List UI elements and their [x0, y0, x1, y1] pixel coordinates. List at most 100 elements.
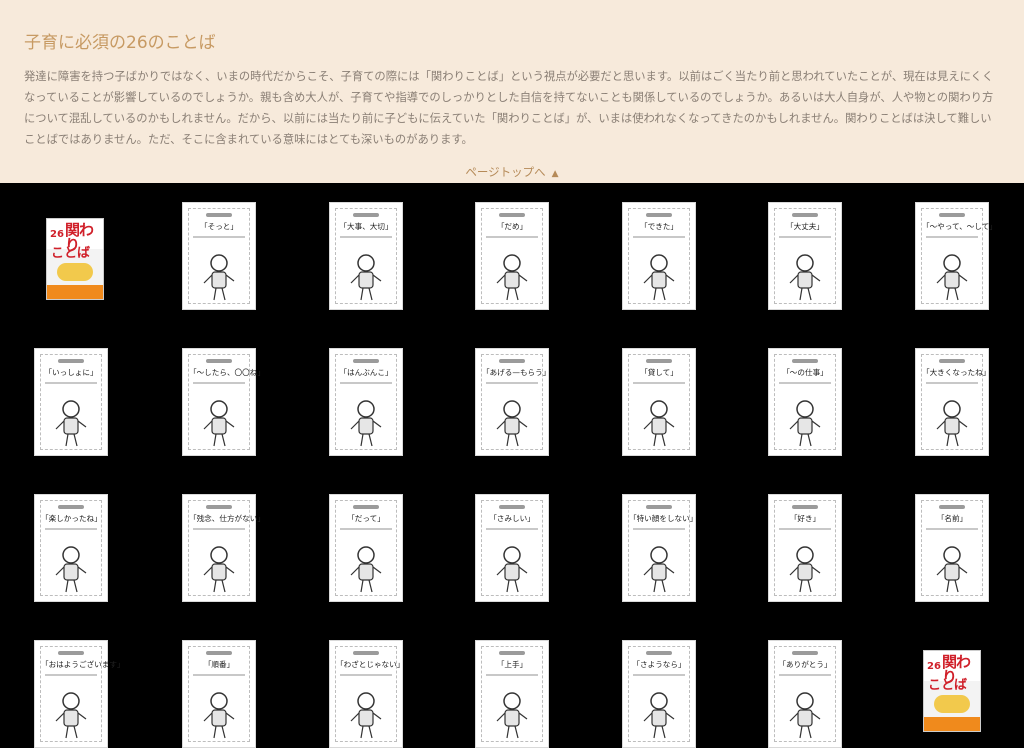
card-illustration — [197, 397, 241, 453]
word-card[interactable]: 「貸して」 — [622, 348, 696, 456]
card-series-tag — [58, 505, 84, 509]
card-word-label: 「残念、仕方がない」 — [189, 514, 265, 523]
card-series-tag — [792, 505, 818, 509]
word-card[interactable]: 「楽しかったね」 — [34, 494, 108, 602]
card-border: 「さみしい」 — [481, 500, 543, 596]
word-card[interactable]: 「名前」 — [915, 494, 989, 602]
card-series-tag — [646, 359, 672, 363]
card-border: 「だって」 — [335, 500, 397, 596]
cover-illustration — [934, 695, 970, 713]
card-border: 「あげる—もらう」 — [481, 354, 550, 450]
card-border: 「残念、仕方がない」 — [188, 500, 265, 599]
word-card[interactable]: 「さようなら」 — [622, 640, 696, 748]
word-card[interactable]: 「特い顔をしない」 — [622, 494, 697, 602]
word-card[interactable]: 「いっしょに」 — [34, 348, 108, 456]
card-word-label: 「ありがとう」 — [778, 660, 832, 669]
card-word-label: 「上手」 — [496, 660, 528, 669]
child-illustration-icon — [936, 400, 968, 447]
child-illustration-icon — [350, 546, 382, 593]
section-description: 発達に障害を持つ子ばかりではなく、いまの時代だからこそ、子育ての際には「関わりこ… — [24, 70, 994, 146]
card-subtitle-line — [340, 382, 392, 384]
word-card[interactable]: 「〜したら、〇〇ね」 — [182, 348, 265, 456]
word-card[interactable]: 「好き」 — [768, 494, 842, 602]
card-border: 「順番」 — [188, 646, 250, 742]
word-card[interactable]: 「上手」 — [475, 640, 549, 748]
card-subtitle-line — [193, 382, 245, 384]
card-illustration — [930, 543, 974, 599]
cover-number: 26 — [50, 229, 64, 240]
card-subtitle-line — [193, 528, 245, 530]
up-arrow-icon[interactable]: ▲ — [552, 169, 559, 179]
word-card[interactable]: 「大事、大切」 — [329, 202, 403, 310]
card-word-label: 「楽しかったね」 — [41, 514, 102, 523]
card-series-tag — [58, 359, 84, 363]
card-series-tag — [792, 651, 818, 655]
child-illustration-icon — [496, 254, 528, 301]
card-subtitle-line — [45, 382, 97, 384]
card-border: 「〜したら、〇〇ね」 — [188, 354, 265, 453]
card-illustration — [197, 251, 241, 307]
cover-number: 26 — [927, 661, 941, 672]
card-word-label: 「好き」 — [789, 514, 821, 523]
book-cover-image[interactable]: 26 関わり ことば — [923, 650, 981, 732]
card-word-label: 「だって」 — [347, 514, 385, 523]
book-cover-image[interactable]: 26 関わり ことば — [46, 218, 104, 300]
card-subtitle-line — [45, 528, 97, 530]
card-illustration — [344, 689, 388, 745]
word-card[interactable]: 「だめ」 — [475, 202, 549, 310]
word-card[interactable]: 「はんぶんこ」 — [329, 348, 403, 456]
child-illustration-icon — [496, 692, 528, 739]
word-card[interactable]: 「〜の仕事」 — [768, 348, 842, 456]
card-subtitle-line — [486, 528, 538, 530]
card-illustration — [637, 397, 681, 453]
child-illustration-icon — [55, 546, 87, 593]
word-card[interactable]: 「おはようございます」 — [34, 640, 125, 748]
card-subtitle-line — [193, 236, 245, 238]
card-series-tag — [499, 213, 525, 217]
cover-title-2: ことば — [928, 678, 968, 693]
word-card[interactable]: 「わざとじゃない」 — [329, 640, 404, 748]
card-series-tag — [499, 359, 525, 363]
page-top-link[interactable]: ページトップへ ▲ — [0, 164, 1024, 180]
word-card[interactable]: 「だって」 — [329, 494, 403, 602]
cover-band — [47, 285, 103, 299]
card-series-tag — [206, 651, 232, 655]
card-series-tag — [792, 359, 818, 363]
child-illustration-icon — [496, 546, 528, 593]
card-series-tag — [499, 505, 525, 509]
card-border: 「大きくなったね」 — [921, 354, 990, 450]
card-border: 「好き」 — [774, 500, 836, 596]
card-subtitle-line — [779, 236, 831, 238]
word-card[interactable]: 「大丈夫」 — [768, 202, 842, 310]
word-card[interactable]: 「そっと」 — [182, 202, 256, 310]
card-border: 「特い顔をしない」 — [628, 500, 697, 599]
word-card[interactable]: 「ありがとう」 — [768, 640, 842, 748]
card-illustration — [637, 543, 681, 599]
card-border: 「名前」 — [921, 500, 983, 596]
word-card[interactable]: 「残念、仕方がない」 — [182, 494, 265, 602]
word-card[interactable]: 「あげる—もらう」 — [475, 348, 550, 456]
card-series-tag — [939, 213, 965, 217]
card-subtitle-line — [926, 236, 978, 238]
card-series-tag — [353, 359, 379, 363]
card-word-label: 「さようなら」 — [632, 660, 686, 669]
card-subtitle-line — [45, 674, 97, 676]
card-word-label: 「できた」 — [640, 222, 678, 231]
card-word-label: 「貸して」 — [640, 368, 678, 377]
word-card[interactable]: 「〜やって、〜して」 — [915, 202, 997, 310]
word-card[interactable]: 「さみしい」 — [475, 494, 549, 602]
card-word-label: 「だめ」 — [496, 222, 528, 231]
card-subtitle-line — [340, 236, 392, 238]
word-card[interactable]: 「できた」 — [622, 202, 696, 310]
card-illustration — [197, 543, 241, 599]
card-word-label: 「さみしい」 — [489, 514, 535, 523]
child-illustration-icon — [643, 400, 675, 447]
card-series-tag — [939, 505, 965, 509]
child-illustration-icon — [936, 546, 968, 593]
card-word-label: 「おはようございます」 — [41, 660, 125, 669]
card-series-tag — [353, 505, 379, 509]
word-card[interactable]: 「大きくなったね」 — [915, 348, 990, 456]
card-word-label: 「はんぶんこ」 — [339, 368, 393, 377]
page-top-label[interactable]: ページトップへ — [465, 165, 545, 179]
word-card[interactable]: 「順番」 — [182, 640, 256, 748]
